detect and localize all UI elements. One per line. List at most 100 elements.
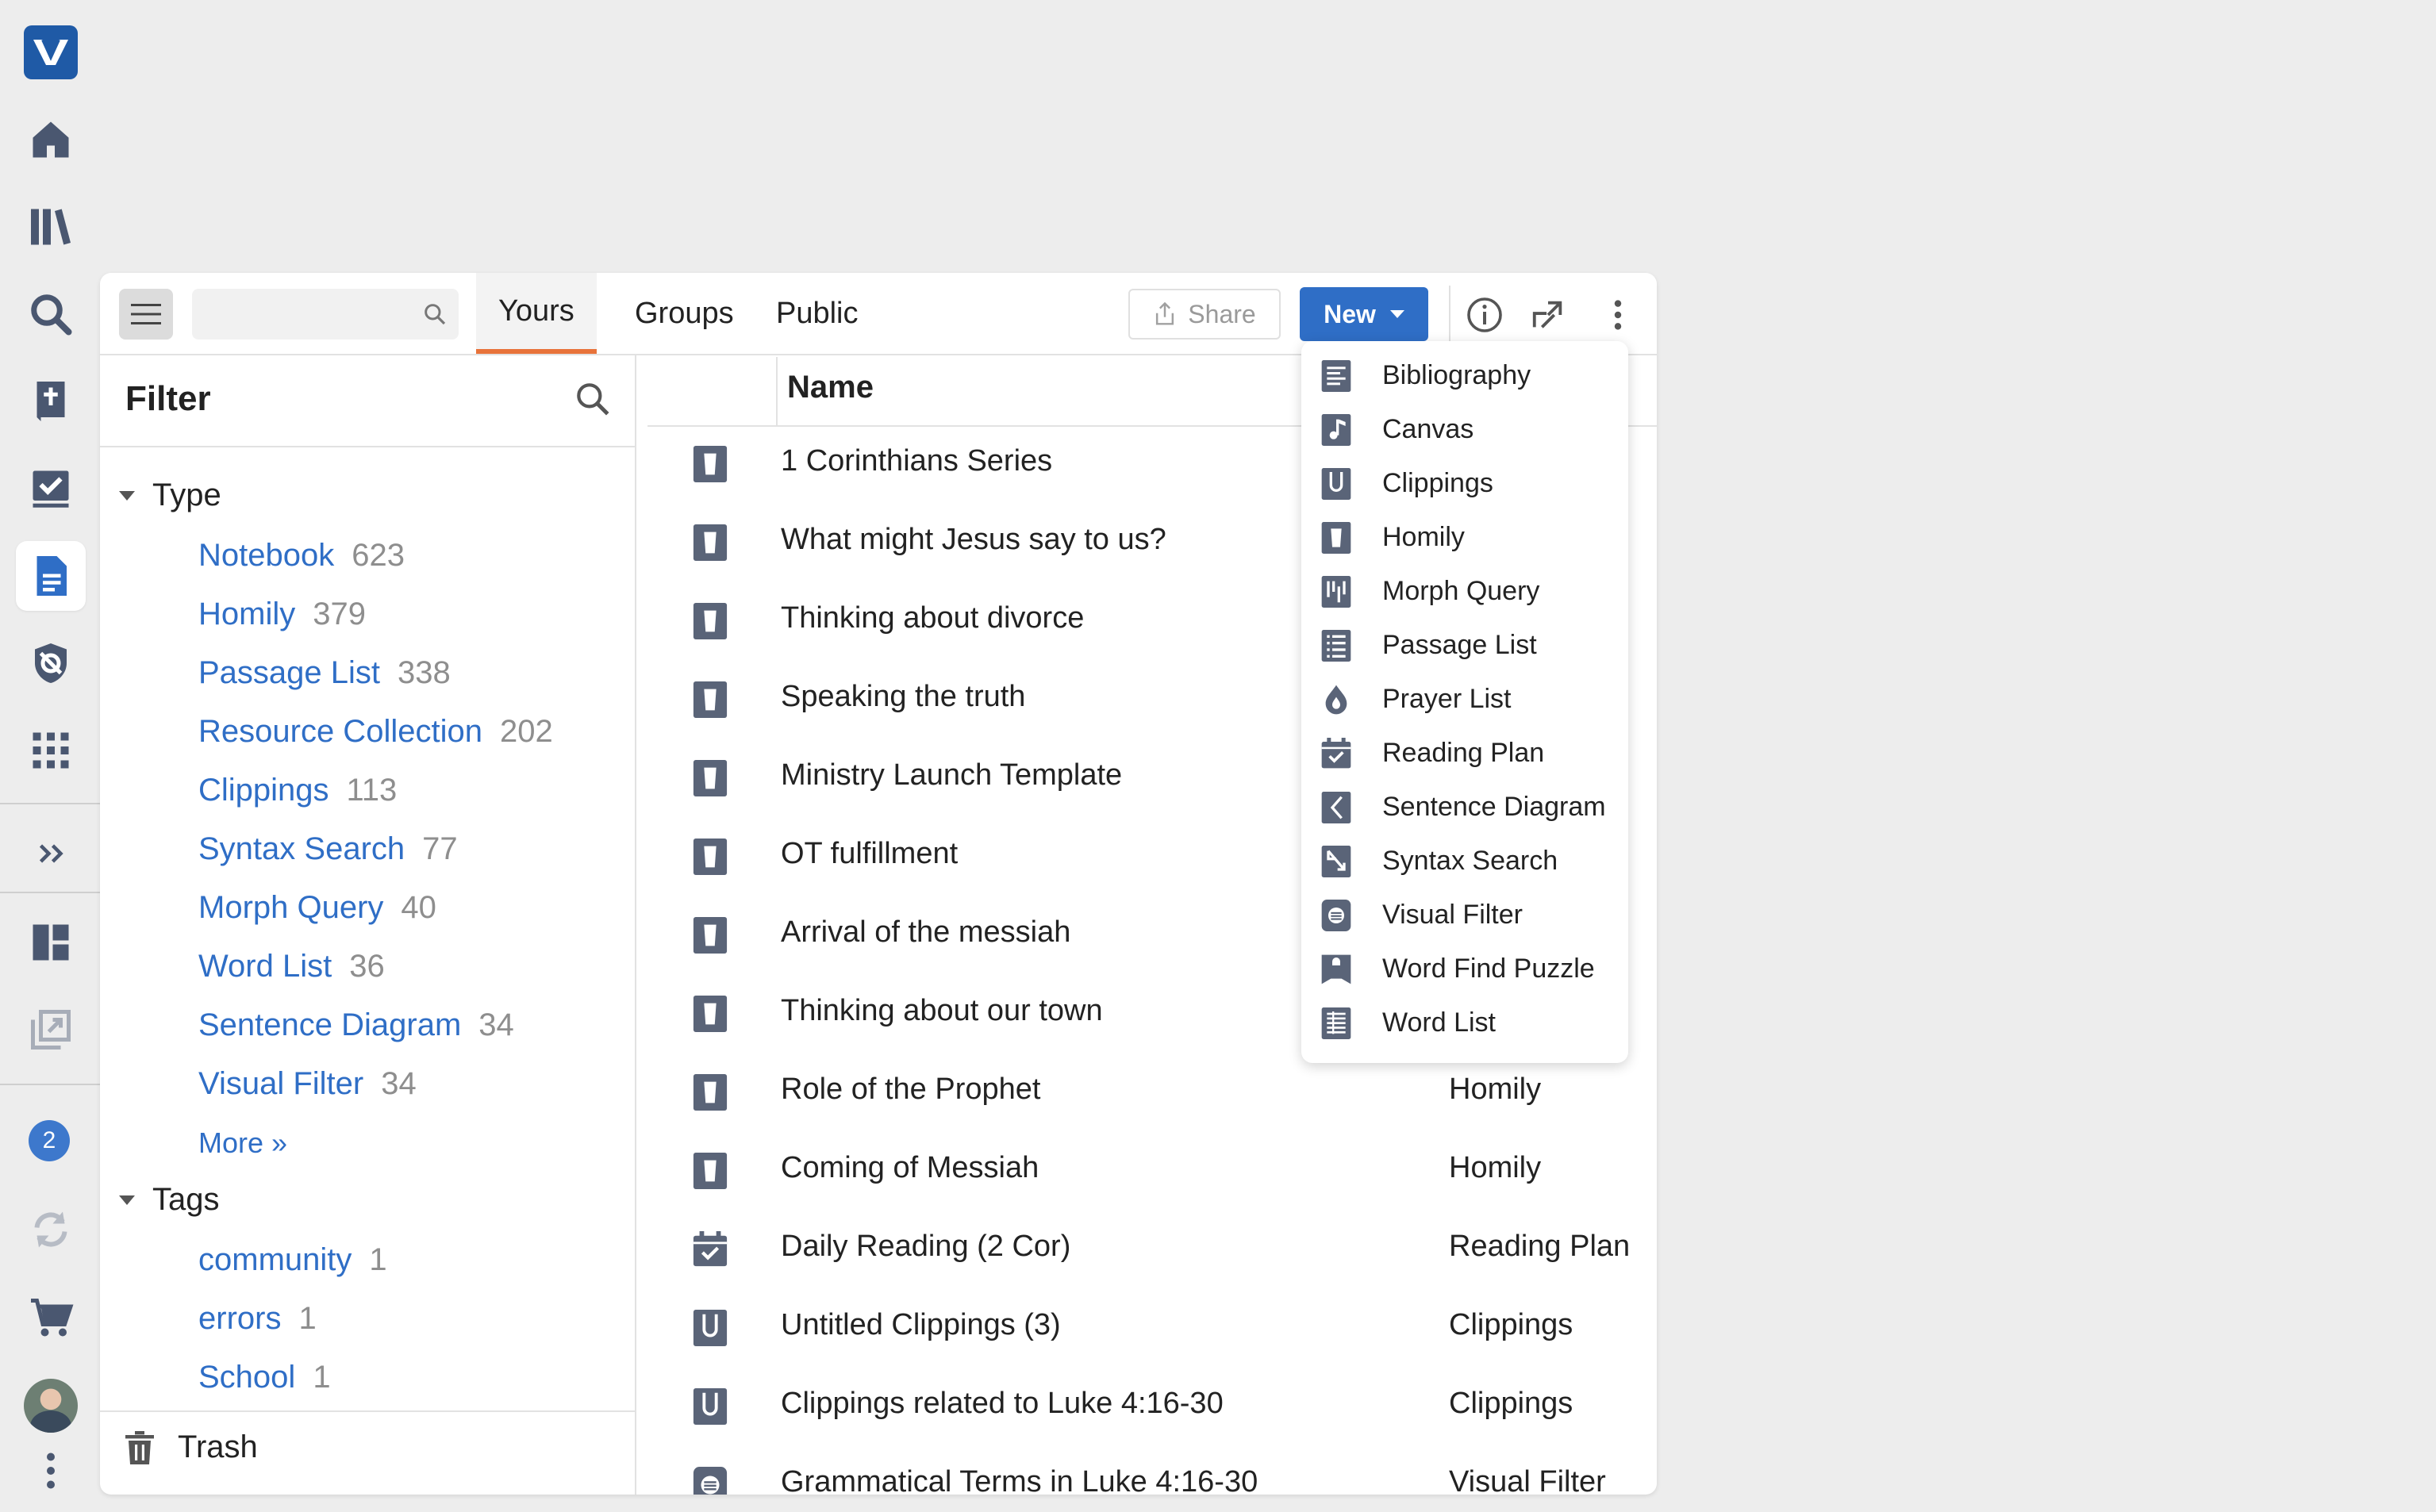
settings-shield-icon[interactable] (16, 628, 86, 698)
table-row[interactable]: Role of the Prophet Homily (647, 1053, 1657, 1132)
menu-item-syntax-search[interactable]: Syntax Search (1301, 835, 1628, 888)
filter-tag-item[interactable]: School 1 (198, 1360, 331, 1395)
sync-icon[interactable] (16, 1195, 86, 1264)
menu-item-reading-plan[interactable]: Reading Plan (1301, 727, 1628, 781)
row-name: OT fulfillment (781, 837, 959, 870)
morph-query-icon (1320, 574, 1352, 609)
canvas-icon (1320, 413, 1352, 447)
row-name: Thinking about our town (781, 994, 1103, 1027)
filter-item-count: 338 (398, 655, 451, 690)
layouts-icon[interactable] (16, 908, 86, 977)
filter-type-item[interactable]: Resource Collection 202 (198, 714, 553, 750)
menu-item-word-list[interactable]: Word List (1301, 996, 1628, 1050)
tab-groups[interactable]: Groups (614, 273, 755, 354)
checklist-icon[interactable] (16, 454, 86, 524)
homily-icon (1320, 520, 1352, 555)
filter-item-label: Sentence Diagram (198, 1007, 462, 1042)
filter-header: Filter (100, 355, 635, 447)
row-name: What might Jesus say to us? (781, 523, 1166, 556)
filter-type-item[interactable]: Morph Query 40 (198, 890, 436, 926)
menu-item-homily[interactable]: Homily (1301, 511, 1628, 565)
share-button[interactable]: Share (1128, 289, 1281, 340)
new-button[interactable]: New (1300, 287, 1428, 341)
apps-grid-icon[interactable] (16, 716, 86, 785)
new-label: New (1324, 299, 1376, 328)
tab-public[interactable]: Public (755, 273, 879, 354)
info-icon[interactable] (1465, 295, 1504, 335)
library-icon[interactable] (16, 192, 86, 262)
trash-item[interactable]: Trash (124, 1429, 258, 1465)
documents-icon[interactable] (16, 541, 86, 611)
table-row[interactable]: Untitled Clippings (3) Clippings (647, 1289, 1657, 1368)
row-type: Reading Plan (1449, 1230, 1631, 1263)
filter-type-item[interactable]: Notebook 623 (198, 538, 405, 574)
filter-search-icon[interactable] (573, 379, 613, 419)
filter-type-item[interactable]: Visual Filter 34 (198, 1066, 417, 1102)
row-name: Grammatical Terms in Luke 4:16-30 (781, 1465, 1258, 1495)
search-input[interactable] (192, 289, 432, 340)
search-icon[interactable] (16, 279, 86, 349)
menu-icon[interactable] (119, 289, 173, 340)
filter-item-label: Visual Filter (198, 1066, 364, 1101)
tab-yours[interactable]: Yours (476, 273, 597, 354)
closed-panels-icon[interactable] (16, 995, 86, 1065)
search-icon[interactable] (422, 301, 448, 327)
notifications-badge[interactable]: 2 (29, 1120, 70, 1161)
table-row[interactable]: Daily Reading (2 Cor) Reading Plan (647, 1211, 1657, 1289)
name-column-header[interactable]: Name (787, 370, 874, 405)
link-panel-icon[interactable] (1528, 295, 1568, 335)
menu-item-morph-query[interactable]: Morph Query (1301, 565, 1628, 619)
row-name: Role of the Prophet (781, 1073, 1041, 1106)
menu-item-bibliography[interactable]: Bibliography (1301, 349, 1628, 403)
filter-type-item[interactable]: Passage List 338 (198, 655, 451, 691)
homily-icon (692, 523, 728, 562)
table-row[interactable]: Coming of Messiah Homily (647, 1132, 1657, 1211)
column-divider (776, 357, 778, 425)
cart-icon[interactable] (16, 1284, 86, 1353)
visual-filter-icon (1320, 898, 1352, 933)
filter-item-count: 34 (381, 1066, 417, 1101)
menu-item-label: Clippings (1382, 468, 1493, 498)
menu-item-visual-filter[interactable]: Visual Filter (1301, 888, 1628, 942)
filter-item-count: 202 (499, 714, 553, 749)
filter-item-count: 36 (349, 949, 385, 984)
menu-item-label: Word Find Puzzle (1382, 954, 1595, 984)
type-group-toggle[interactable]: Type (119, 478, 221, 513)
filter-type-item[interactable]: Syntax Search 77 (198, 831, 458, 867)
reading-plan-icon (692, 1230, 728, 1269)
tags-group-toggle[interactable]: Tags (119, 1182, 220, 1218)
type-heading: Type (152, 478, 221, 512)
menu-item-passage-list[interactable]: Passage List (1301, 619, 1628, 673)
filter-pane: Filter Type Notebook 623 Homily 379 Passag… (100, 355, 636, 1495)
menu-item-prayer-list[interactable]: Prayer List (1301, 673, 1628, 727)
logos-logo-icon[interactable] (24, 25, 78, 79)
more-types-link[interactable]: More » (198, 1126, 287, 1160)
menu-item-word-find-puzzle[interactable]: Word Find Puzzle (1301, 942, 1628, 996)
filter-item-count: 379 (313, 597, 366, 631)
table-row[interactable]: Grammatical Terms in Luke 4:16-30 Visual … (647, 1446, 1657, 1495)
menu-item-sentence-diagram[interactable]: Sentence Diagram (1301, 781, 1628, 835)
filter-type-item[interactable]: Word List 36 (198, 949, 385, 984)
filter-type-item[interactable]: Clippings 113 (198, 773, 397, 808)
filter-item-label: Morph Query (198, 890, 384, 925)
expand-icon[interactable] (16, 819, 86, 888)
filter-item-label: community (198, 1242, 352, 1277)
filter-tag-item[interactable]: errors 1 (198, 1301, 317, 1337)
bible-icon[interactable] (16, 366, 86, 436)
filter-type-item[interactable]: Homily 379 (198, 597, 366, 632)
row-type: Clippings (1449, 1308, 1573, 1341)
user-avatar[interactable] (24, 1379, 78, 1433)
filter-type-item[interactable]: Sentence Diagram 34 (198, 1007, 514, 1043)
more-vertical-icon[interactable] (16, 1436, 86, 1506)
row-name: Clippings related to Luke 4:16-30 (781, 1387, 1224, 1420)
menu-item-canvas[interactable]: Canvas (1301, 403, 1628, 457)
menu-item-clippings[interactable]: Clippings (1301, 457, 1628, 511)
filter-title: Filter (125, 379, 211, 418)
more-vertical-icon[interactable] (1598, 295, 1638, 335)
filter-tag-item[interactable]: community 1 (198, 1242, 387, 1278)
filter-item-label: Clippings (198, 773, 329, 808)
chevron-down-icon (1389, 310, 1404, 318)
table-row[interactable]: Clippings related to Luke 4:16-30 Clippin… (647, 1368, 1657, 1446)
word-find-puzzle-icon (1320, 952, 1352, 987)
home-icon[interactable] (16, 105, 86, 175)
